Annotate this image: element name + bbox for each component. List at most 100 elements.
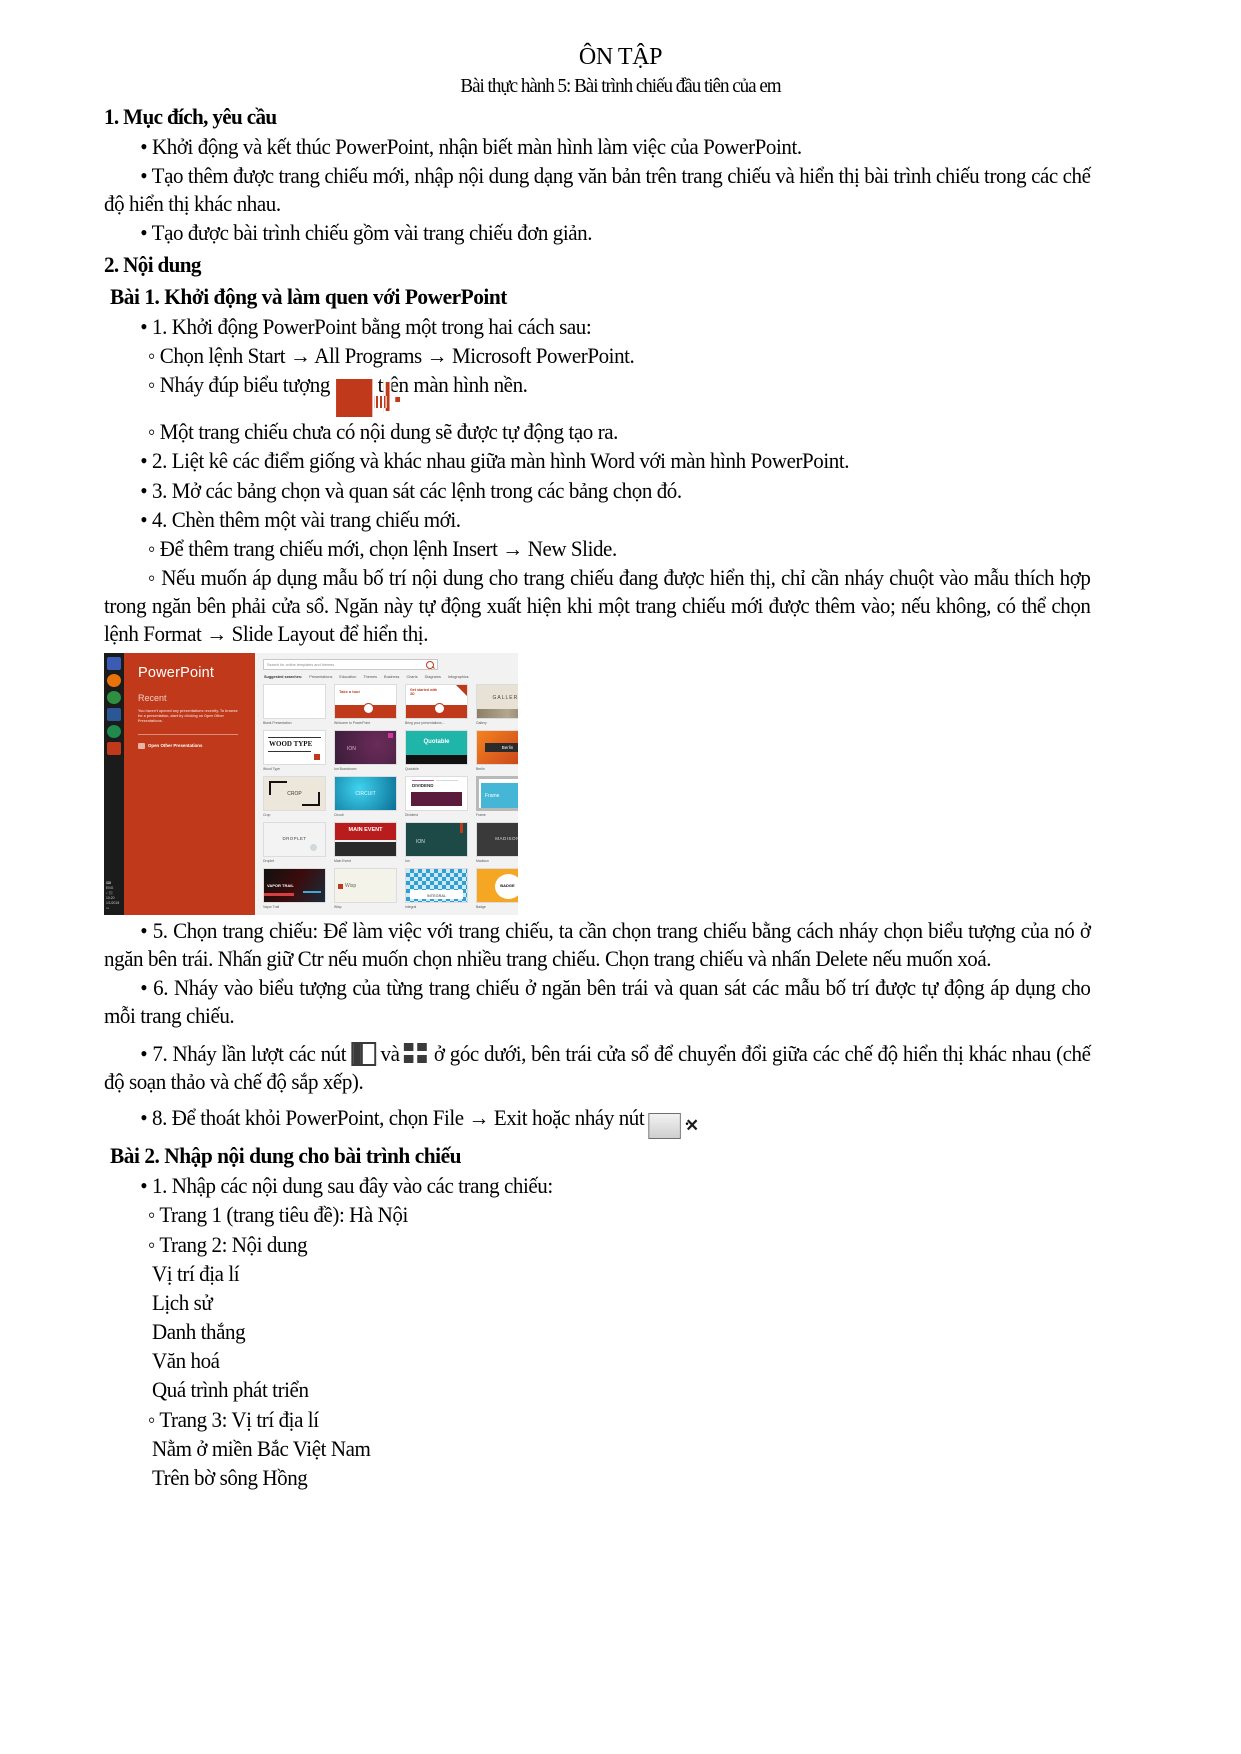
search-placeholder: Search for online templates and themes	[267, 662, 335, 667]
bai1-item-4-sub-2: ◦ Nếu muốn áp dụng mẫu bố trí nội dung c…	[104, 565, 1091, 647]
bai2-trang-2-line-1: Vị trí địa lí	[152, 1260, 240, 1286]
template-name: Vapor Trail	[263, 904, 280, 909]
thumb-text: WOOD TYPE	[269, 739, 313, 748]
suggested-item[interactable]: Themes	[363, 675, 377, 679]
bai1-item-8: • 8. Để thoát khỏi PowerPoint, chọn File…	[104, 1104, 1091, 1140]
template-name: Main Event	[334, 858, 351, 863]
template-thumbnail: INTEGRAL	[405, 867, 468, 903]
template-thumbnail: Quotable	[405, 729, 468, 765]
template-tile[interactable]: Quotable Quotable	[405, 729, 468, 771]
thumb-text: INTEGRAL	[427, 893, 446, 898]
template-name: Bring your presentations...	[405, 720, 445, 725]
taskbar-start-icon	[107, 656, 121, 670]
template-tile[interactable]: CROP Crop	[263, 775, 326, 817]
heading-section-2: 2. Nội dung	[104, 252, 201, 278]
bai1-item-1: • 1. Khởi động PowerPoint bằng một trong…	[140, 313, 592, 339]
normal-view-icon[interactable]	[350, 1042, 376, 1067]
start-screen-right-pane: Search for online templates and themes S…	[255, 652, 518, 915]
template-thumbnail: Get started with 3D	[405, 683, 468, 719]
suggested-item[interactable]: Diagrams	[425, 675, 441, 679]
suggested-item[interactable]: Infographics	[448, 675, 469, 679]
template-tile[interactable]: INTEGRAL Integral	[405, 867, 468, 909]
suggested-item[interactable]: Education	[339, 675, 356, 679]
taskbar-firefox-icon	[107, 673, 121, 687]
template-name: Blank Presentation	[263, 720, 292, 725]
bai2-trang-2-line-3: Danh thắng	[152, 1319, 246, 1345]
template-thumbnail: DIVIDEND	[405, 775, 468, 811]
bai2-trang-2-line-5: Quá trình phát triển	[152, 1377, 309, 1403]
powerpoint-app-icon	[335, 379, 400, 418]
taskbar-chrome-icon	[107, 690, 121, 704]
template-thumbnail: Wisp	[334, 867, 397, 903]
template-name: Wood Type	[263, 766, 281, 771]
bullet-purpose-1: • Khởi động và kết thúc PowerPoint, nhận…	[140, 133, 802, 159]
template-name: Quotable	[405, 766, 419, 771]
thumb-text: ION	[416, 838, 425, 845]
thumb-text: DIVIDEND	[412, 782, 434, 788]
divider	[138, 733, 238, 735]
template-tile[interactable]: Get started with 3D Bring your presentat…	[405, 683, 468, 725]
template-thumbnail: Take a tour	[334, 683, 397, 719]
template-tile[interactable]: ION Ion	[405, 821, 468, 863]
template-tile[interactable]: Blank Presentation	[263, 683, 326, 725]
template-thumbnail: ION	[334, 729, 397, 765]
suggested-item[interactable]: Charts	[406, 675, 417, 679]
template-tile[interactable]: Wisp Wisp	[334, 867, 397, 909]
template-name: Integral	[405, 904, 417, 909]
suggested-label: Suggested searches:	[264, 674, 303, 679]
template-tile[interactable]: Take a tour Welcome to PowerPoint	[334, 683, 397, 725]
bai1-item-4-sub-1: ◦ Để thêm trang chiếu mới, chọn lệnh Ins…	[147, 535, 617, 561]
template-tile[interactable]: VAPOR TRAIL Vapor Trail	[263, 867, 326, 909]
template-thumbnail: GALLERY	[476, 683, 518, 719]
template-thumbnail	[263, 683, 326, 719]
template-tile[interactable]: MADISON Madison	[476, 821, 518, 863]
bai1-item-6: • 6. Nháy vào biểu tượng của từng trang …	[104, 974, 1091, 1028]
template-tile[interactable]: Berlin Berlin	[476, 729, 518, 771]
thumb-text: Berlin	[501, 744, 514, 750]
thumb-text: Quotable	[423, 738, 450, 745]
close-window-icon[interactable]: ✕	[648, 1113, 699, 1140]
search-icon[interactable]	[426, 660, 434, 669]
template-thumbnail: Berlin	[476, 729, 518, 765]
heading-section-1: 1. Mục đích, yêu cầu	[104, 103, 277, 129]
thumb-text: Take a tour	[339, 688, 361, 694]
suggested-item[interactable]: Business	[384, 675, 399, 679]
bai1-item-2: • 2. Liệt kê các điểm giống và khác nhau…	[140, 448, 850, 474]
bai1-item-7-mid: và	[380, 1041, 400, 1067]
thumb-text: Wisp	[345, 882, 357, 889]
template-tile[interactable]: BADGE Badge	[476, 867, 518, 909]
bai2-trang-2-line-2: Lịch sử	[152, 1289, 213, 1315]
template-tile[interactable]: Frame Frame	[476, 775, 518, 817]
start-screen-left-pane: PowerPoint Recent You haven't opened any…	[124, 652, 255, 915]
template-thumbnail: WOOD TYPE	[263, 729, 326, 765]
bai2-trang-3-line-2: Trên bờ sông Hồng	[152, 1464, 308, 1490]
bai1-item-8-pre: • 8. Để thoát khỏi PowerPoint, chọn File…	[140, 1105, 645, 1131]
template-tile[interactable]: DIVIDEND Dividend	[405, 775, 468, 817]
template-thumbnail: Frame	[476, 775, 518, 811]
slide-sorter-icon[interactable]	[404, 1043, 429, 1065]
template-name: Ion Boardroom	[334, 766, 357, 771]
template-tile[interactable]: GALLERY Gallery	[476, 683, 518, 725]
template-name: Wisp	[334, 904, 342, 909]
bai1-item-1-sub-1: ◦ Chọn lệnh Start → All Programs → Micro…	[147, 343, 635, 369]
suggested-item[interactable]: Presentations	[309, 675, 332, 679]
recent-label: Recent	[138, 692, 167, 703]
bai1-item-1-sub-3: ◦ Một trang chiếu chưa có nội dung sẽ đư…	[147, 419, 618, 445]
template-tile[interactable]: DROPLET Droplet	[263, 821, 326, 863]
template-name: Gallery	[476, 720, 487, 725]
template-name: Circuit	[334, 812, 344, 817]
template-tile[interactable]: MAIN EVENT Main Event	[334, 821, 397, 863]
template-name: Dividend	[405, 812, 419, 817]
bai1-item-4: • 4. Chèn thêm một vài trang chiếu mới.	[140, 506, 461, 532]
bullet-purpose-3: • Tạo được bài trình chiếu gồm vài trang…	[140, 220, 593, 246]
thumb-text: Frame	[485, 792, 500, 799]
open-other-presentations-link[interactable]: Open Other Presentations	[138, 742, 245, 749]
template-tile[interactable]: WOOD TYPE Wood Type	[263, 729, 326, 771]
template-tile[interactable]: ION Ion Boardroom	[334, 729, 397, 771]
template-name: Frame	[476, 812, 486, 817]
bai1-item-1-sub-2: ◦ Nháy đúp biểu tượng trên màn hình nền.	[104, 371, 1091, 418]
template-thumbnail: CIRCUIT	[334, 775, 397, 811]
template-tile[interactable]: CIRCUIT Circuit	[334, 775, 397, 817]
search-input[interactable]: Search for online templates and themes	[263, 659, 438, 671]
template-thumbnail: VAPOR TRAIL	[263, 867, 326, 903]
